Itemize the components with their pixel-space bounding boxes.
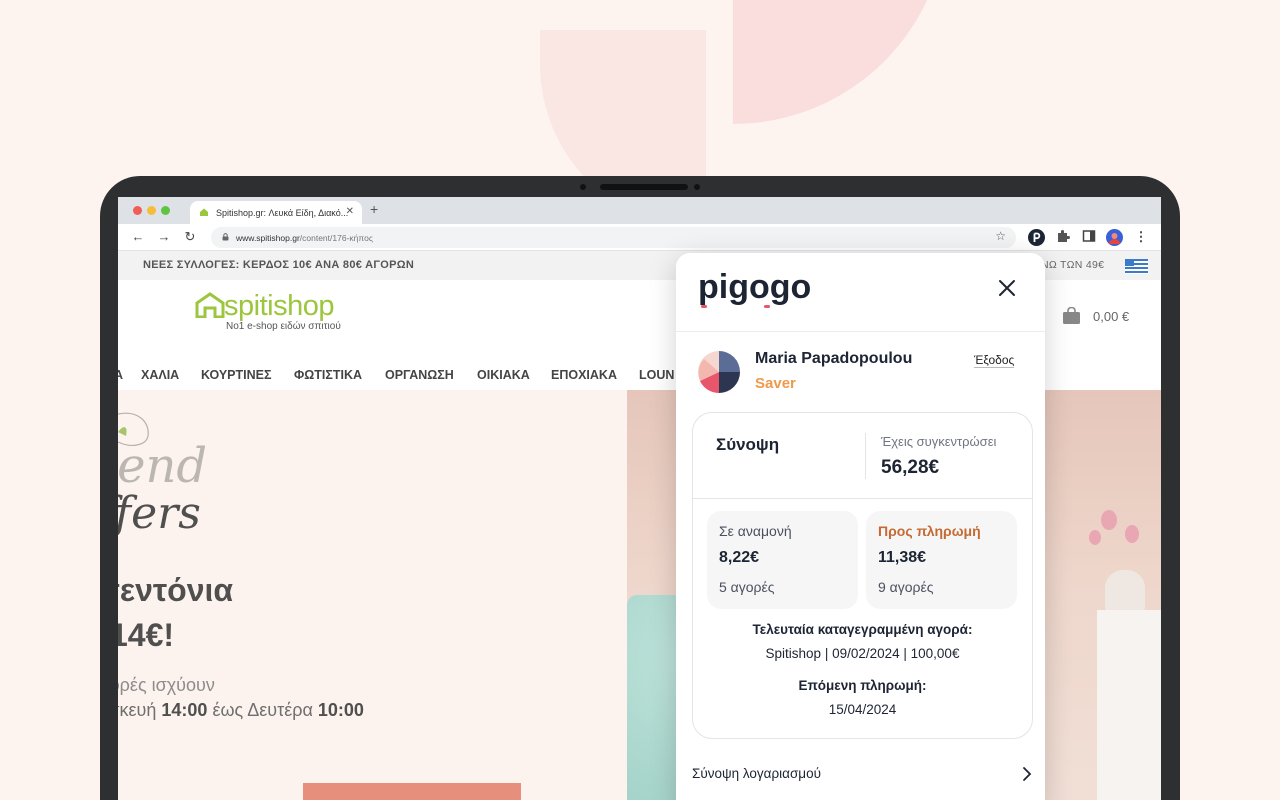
summary-hr [693, 498, 1032, 499]
collected-value: 56,28€ [881, 457, 940, 478]
hero-headline: σεντόνια [118, 572, 234, 608]
to-pay-value: 11,38€ [878, 549, 927, 566]
chevron-right-icon [1023, 767, 1032, 781]
menu-item-household[interactable]: ΟΙΚΙΑΚΑ [477, 368, 530, 382]
next-payment-value: 15/04/2024 [828, 702, 897, 717]
back-arrow-icon[interactable]: ← [130, 229, 146, 244]
menu-item-lighting[interactable]: ΦΩΤΙΣΤΙΚΑ [294, 368, 362, 382]
close-icon[interactable] [996, 277, 1018, 299]
new-tab-icon[interactable]: + [370, 201, 378, 217]
tab-strip: Spitishop.gr: Λευκά Είδη, Διακό... ✕ + [118, 197, 1161, 224]
shopping-bag-icon[interactable] [1062, 307, 1081, 324]
hero-script-bottom: ffers [118, 488, 201, 539]
spitishop-favicon-icon [200, 208, 208, 216]
reload-icon[interactable]: ↻ [182, 229, 198, 245]
collected-label: Έχεις συγκεντρώσει [881, 434, 997, 449]
decorative-shape-right [733, 0, 947, 124]
url-path: /content/176-κήπος [299, 232, 373, 243]
to-pay-count: 9 αγορές [878, 579, 934, 595]
tulip-image [1089, 530, 1101, 545]
menu-item-seasonal[interactable]: ΕΠΟΧΙΑΚΑ [551, 368, 617, 382]
hero-price: 14€! [118, 617, 175, 653]
user-name: Maria Papadopoulou [755, 350, 913, 367]
url-domain: www.spitishop.gr [236, 232, 300, 243]
menu-item-storage[interactable]: ΟΡΓΑΝΩΣΗ [385, 368, 454, 382]
tulip-image [1101, 510, 1117, 530]
site-logo[interactable]: spitishop [224, 290, 334, 323]
summary-divider [865, 433, 866, 479]
camera-dot [580, 184, 586, 190]
to-pay-label: Προς πληρωμή [878, 523, 981, 539]
promo-text-right: ΝΩ ΤΩΝ 49€ [1041, 259, 1105, 271]
next-payment-label: Επόμενη πληρωμή: [798, 678, 927, 693]
pigogo-extension-popup: pigogo Maria Papadopoulou Saver Έξοδος Σ… [676, 253, 1045, 800]
minimize-window-button[interactable] [147, 206, 156, 215]
hero-cta-button[interactable] [303, 783, 521, 800]
sensor-dot [694, 184, 700, 190]
browser-toolbar: ← → ↻ www.spitishop.gr /content/176-κήπο… [118, 224, 1161, 251]
menu-item-curtains[interactable]: ΚΟΥΡΤΙΝΕΣ [201, 368, 271, 382]
side-table-image [1097, 610, 1161, 800]
pending-label: Σε αναμονή [719, 523, 792, 539]
cart-total[interactable]: 0,00 € [1093, 309, 1129, 324]
lock-icon [222, 233, 229, 241]
pigogo-extension-icon[interactable] [1028, 229, 1045, 246]
spitishop-logo-icon[interactable] [195, 292, 225, 318]
pigogo-logo: pigogo [698, 269, 811, 308]
to-pay-box: Προς πληρωμή 11,38€ 9 αγορές [866, 511, 1017, 609]
browser-tab[interactable]: Spitishop.gr: Λευκά Είδη, Διακό... ✕ [190, 201, 362, 224]
pending-count: 5 αγορές [719, 579, 775, 595]
hero-script-top: kend [118, 438, 208, 494]
logout-link[interactable]: Έξοδος [974, 353, 1015, 368]
tulip-image [1125, 525, 1139, 543]
promo-text: ΝΕΕΣ ΣΥΛΛΟΓΕΣ: ΚΕΡΔΟΣ 10€ ΑΝΑ 80€ ΑΓΟΡΩΝ [143, 259, 415, 271]
site-tagline: No1 e-shop ειδών σπιτιού [226, 321, 341, 332]
hero-offer-hours: ασκευή 14:00 έως Δευτέρα 10:00 [118, 700, 364, 720]
last-purchase-label: Τελευταία καταγεγραμμένη αγορά: [752, 622, 973, 637]
maximize-window-button[interactable] [161, 206, 170, 215]
header-divider [676, 331, 1045, 332]
menu-item-lounge[interactable]: LOUN [639, 368, 674, 382]
pending-box: Σε αναμονή 8,22€ 5 αγορές [707, 511, 858, 609]
hero-offer-note: φορές ισχύουν [118, 675, 215, 695]
address-bar[interactable]: www.spitishop.gr /content/176-κήπος ☆ [211, 227, 1016, 248]
avatar [698, 351, 740, 393]
account-summary-link[interactable]: Σύνοψη λογαριασμού [692, 763, 1032, 787]
forward-arrow-icon[interactable]: → [156, 229, 172, 244]
last-purchase-value: Spitishop | 09/02/2024 | 100,00€ [765, 646, 960, 661]
side-panel-icon[interactable] [1082, 229, 1096, 243]
pending-value: 8,22€ [719, 549, 760, 566]
close-tab-icon[interactable]: ✕ [346, 206, 354, 217]
hero-banner-text-side[interactable]: kend ffers σεντόνια 14€! φορές ισχύουν α… [118, 390, 627, 800]
speaker-bar [600, 184, 688, 190]
menu-item-rugs[interactable]: ΧΑΛΙΑ [141, 368, 179, 382]
close-window-button[interactable] [133, 206, 142, 215]
brand-wordmark: pigogo [698, 269, 811, 306]
greek-flag-icon[interactable] [1125, 259, 1148, 274]
tab-title: Spitishop.gr: Λευκά Είδη, Διακό... [216, 207, 349, 218]
menu-item[interactable]: Α [118, 368, 123, 382]
summary-title: Σύνοψη [716, 435, 780, 454]
browser-menu-icon[interactable]: ⋮ [1133, 229, 1149, 245]
extensions-puzzle-icon[interactable] [1056, 229, 1070, 244]
profile-avatar-icon[interactable] [1106, 229, 1123, 246]
bookmark-star-icon[interactable]: ☆ [995, 229, 1006, 243]
user-tier-badge: Saver [755, 375, 796, 392]
summary-card: Σύνοψη Έχεις συγκεντρώσει 56,28€ Σε αναμ… [692, 412, 1033, 739]
account-summary-label: Σύνοψη λογαριασμού [692, 766, 821, 781]
